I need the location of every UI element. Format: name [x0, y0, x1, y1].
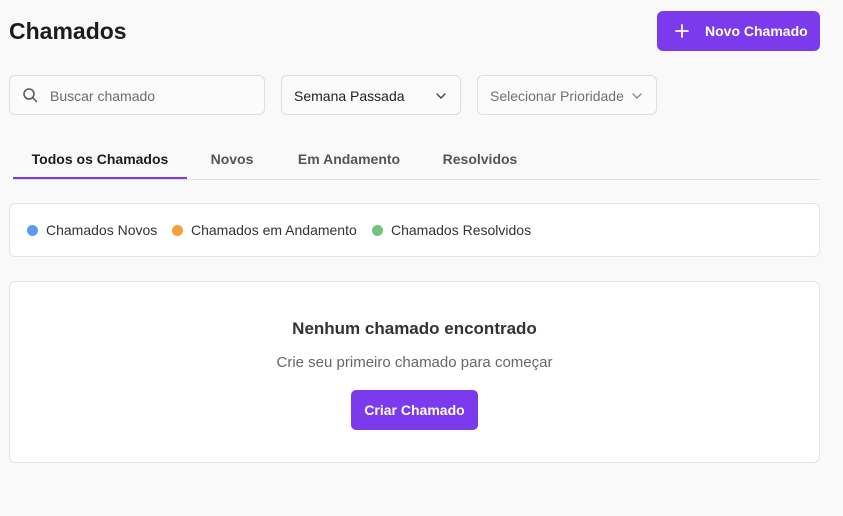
search-input[interactable] [50, 85, 250, 107]
empty-state-title: Nenhum chamado encontrado [292, 319, 537, 338]
legend-label-in-progress: Chamados em Andamento [191, 222, 357, 238]
new-ticket-button[interactable]: Novo Chamado [657, 11, 820, 51]
status-legend: Chamados Novos Chamados em Andamento Cha… [9, 203, 820, 257]
tab-resolved[interactable]: Resolvidos [429, 140, 531, 179]
period-select-value: Semana Passada [294, 88, 405, 104]
legend-label-resolved: Chamados Resolvidos [391, 222, 532, 238]
ticket-tabs: Todos os Chamados Novos Em Andamento Res… [13, 140, 820, 180]
plus-icon [675, 24, 689, 38]
tab-all-tickets[interactable]: Todos os Chamados [13, 140, 187, 179]
page-title: Chamados [9, 18, 127, 44]
chevron-down-icon [436, 93, 446, 99]
legend-item-in-progress: Chamados em Andamento [172, 222, 357, 238]
tab-new[interactable]: Novos [187, 140, 277, 179]
priority-select-placeholder: Selecionar Prioridade [490, 88, 624, 104]
legend-dot-in-progress [172, 224, 183, 236]
new-ticket-button-label: Novo Chamado [705, 23, 808, 39]
create-ticket-button[interactable]: Criar Chamado [351, 390, 478, 430]
legend-label-new: Chamados Novos [46, 222, 158, 238]
period-select[interactable]: Semana Passada [281, 75, 461, 115]
search-icon [23, 88, 38, 103]
search-box[interactable] [9, 75, 265, 115]
empty-state-panel: Nenhum chamado encontrado Crie seu prime… [9, 281, 820, 463]
legend-item-new: Chamados Novos [27, 222, 157, 238]
tab-in-progress[interactable]: Em Andamento [287, 140, 411, 179]
legend-dot-new [27, 224, 38, 236]
priority-select[interactable]: Selecionar Prioridade [477, 75, 657, 115]
legend-dot-resolved [372, 224, 383, 236]
chevron-down-icon [632, 93, 642, 99]
legend-item-resolved: Chamados Resolvidos [372, 222, 531, 238]
empty-state-subtitle: Crie seu primeiro chamado para começar [276, 354, 553, 371]
